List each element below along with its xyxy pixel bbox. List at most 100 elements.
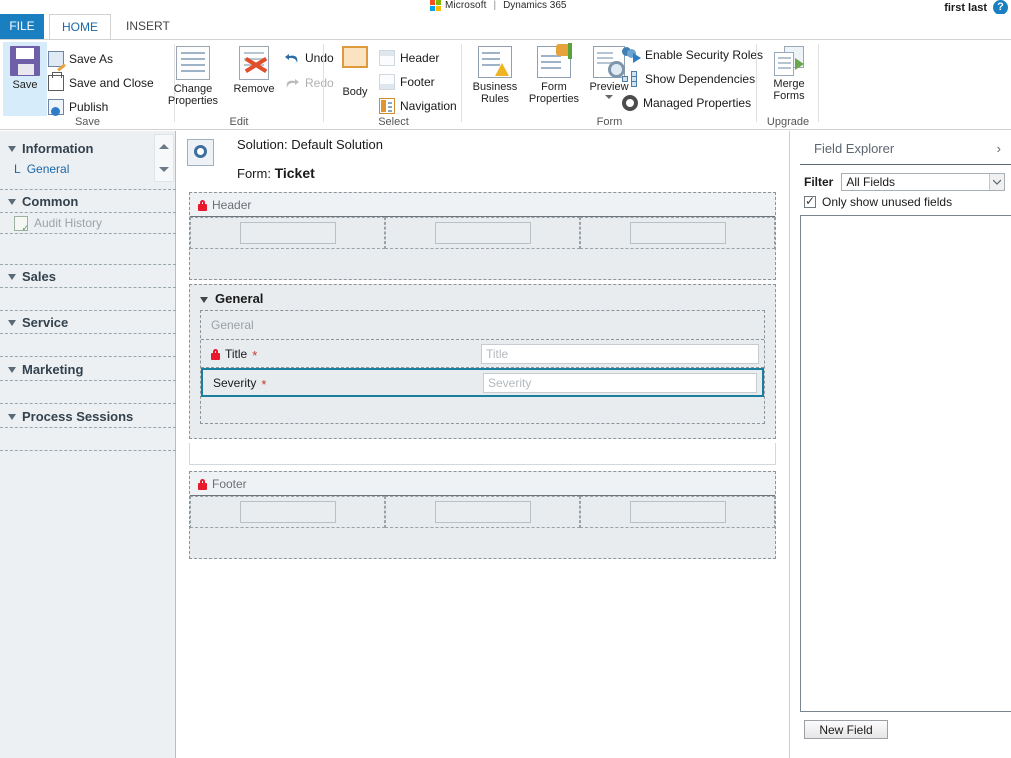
show-dependencies-button[interactable]: Show Dependencies — [622, 69, 755, 89]
navigation-button[interactable]: Navigation — [379, 96, 457, 116]
tab-home[interactable]: HOME — [49, 14, 111, 40]
chevron-down-icon[interactable] — [989, 174, 1004, 190]
tab-insert[interactable]: INSERT — [114, 14, 182, 39]
brand-bar: Microsoft | Dynamics 365 first last SG46… — [0, 0, 1011, 28]
header-label: Header — [400, 51, 440, 65]
enable-security-roles-button[interactable]: Enable Security Roles — [622, 45, 763, 65]
header-field-placeholder[interactable] — [434, 222, 531, 244]
nav-header-common[interactable]: Common — [0, 190, 176, 212]
nav-header-sales[interactable]: Sales — [0, 265, 176, 287]
form-section-footer[interactable]: Footer — [189, 471, 776, 559]
header-field-placeholder[interactable] — [629, 222, 726, 244]
tree-branch-icon: L — [14, 162, 21, 176]
change-properties-button[interactable]: Change Properties — [162, 42, 224, 116]
only-unused-fields-row[interactable]: Only show unused fields — [790, 191, 1011, 217]
form-row-title[interactable]: Title * Title — [201, 339, 764, 368]
nav-group-service: Service — [0, 311, 176, 357]
chevron-down-icon[interactable] — [605, 95, 613, 99]
filter-select[interactable]: All Fields — [841, 173, 1005, 191]
nav-header-sales-label: Sales — [22, 268, 56, 284]
header-button[interactable]: Header — [379, 48, 439, 68]
form-layout-area: Header General General Title * Title Sev… — [177, 192, 788, 758]
footer-button[interactable]: Footer — [379, 72, 435, 92]
save-and-close-button[interactable]: Save and Close — [48, 72, 154, 93]
header-column-1[interactable] — [190, 217, 385, 249]
merge-forms-button[interactable]: Merge Forms — [765, 42, 813, 116]
footer-column-1[interactable] — [190, 496, 385, 528]
dependencies-icon — [622, 71, 640, 87]
severity-label-text: Severity — [213, 375, 257, 390]
title-label-text: Title — [225, 346, 248, 361]
form-name: Ticket — [274, 165, 315, 181]
severity-input[interactable]: Severity — [483, 372, 757, 393]
form-spacer-strip — [189, 443, 776, 465]
chevron-right-icon[interactable]: › — [997, 141, 1003, 156]
left-navigation-panel: Information L General Common Audit Histo… — [0, 131, 176, 758]
field-explorer-footer: New Field — [790, 714, 1011, 758]
publish-button[interactable]: Publish — [48, 97, 108, 117]
save-and-close-icon — [48, 72, 64, 91]
filter-label: Filter — [804, 175, 834, 189]
nav-header-service[interactable]: Service — [0, 311, 176, 333]
managed-properties-button[interactable]: Managed Properties — [622, 93, 751, 113]
field-list[interactable] — [800, 215, 1011, 712]
body-label: Body — [342, 86, 368, 98]
collapse-triangle-icon[interactable] — [200, 296, 208, 303]
header-field-placeholder[interactable] — [239, 222, 336, 244]
body-icon — [342, 46, 368, 68]
required-marker: * — [252, 347, 258, 363]
collapse-triangle-icon — [8, 367, 16, 373]
field-explorer-panel: Field Explorer › Filter All Fields Only … — [789, 131, 1011, 758]
form-section-header[interactable]: Header — [189, 192, 776, 280]
footer-section-title: Footer — [190, 472, 775, 496]
general-section-title[interactable]: General — [190, 285, 775, 310]
footer-label: Footer — [400, 75, 435, 89]
ribbon-group-save-label: Save — [74, 116, 101, 128]
business-rules-button[interactable]: Business Rules — [467, 42, 523, 116]
header-column-3[interactable] — [580, 217, 775, 249]
header-icon — [379, 50, 395, 66]
save-as-button[interactable]: Save As — [48, 49, 113, 69]
nav-item-general[interactable]: L General — [0, 159, 176, 179]
tab-file[interactable]: FILE — [0, 14, 44, 39]
remove-icon — [239, 46, 269, 80]
group-divider — [323, 44, 324, 122]
nav-header-information[interactable]: Information — [0, 137, 176, 159]
nav-item-audit-history[interactable]: Audit History — [0, 213, 176, 234]
footer-field-placeholder[interactable] — [239, 501, 336, 523]
new-field-button[interactable]: New Field — [804, 720, 888, 739]
footer-section-label: Footer — [212, 477, 247, 491]
brand-company: Microsoft — [445, 0, 487, 11]
change-properties-label: Change Properties — [167, 83, 219, 107]
form-section-general[interactable]: General General Title * Title Severity *… — [189, 284, 776, 439]
form-row-severity[interactable]: Severity * Severity — [201, 368, 764, 397]
nav-header-process-sessions[interactable]: Process Sessions — [0, 405, 176, 427]
footer-column-2[interactable] — [385, 496, 580, 528]
ribbon: Save Save As Save and Close Publish Save — [0, 40, 1011, 130]
header-column-2[interactable] — [385, 217, 580, 249]
collapse-triangle-icon — [8, 146, 16, 152]
only-unused-fields-checkbox[interactable] — [804, 194, 816, 208]
nav-header-process-sessions-label: Process Sessions — [22, 408, 134, 424]
audit-history-icon — [14, 215, 29, 234]
help-icon[interactable]: ? — [993, 0, 1008, 15]
security-roles-icon — [622, 47, 641, 63]
undo-arrow-icon — [284, 51, 300, 65]
nav-header-information-label: Information — [22, 140, 94, 156]
title-input[interactable]: Title — [481, 343, 759, 364]
footer-field-placeholder[interactable] — [629, 501, 726, 523]
nav-group-sales: Sales — [0, 264, 176, 311]
brand-product: Dynamics 365 — [503, 0, 567, 11]
ribbon-group-edit: Change Properties Remove Undo Redo Edit — [154, 40, 334, 130]
general-section-label: General — [215, 291, 264, 306]
nav-header-marketing[interactable]: Marketing — [0, 358, 176, 380]
footer-field-placeholder[interactable] — [434, 501, 531, 523]
footer-column-3[interactable] — [580, 496, 775, 528]
form-properties-button[interactable]: Form Properties — [525, 42, 583, 116]
collapse-triangle-icon — [8, 414, 16, 420]
save-button[interactable]: Save — [3, 42, 47, 116]
field-explorer-filter-row: Filter All Fields — [790, 165, 1011, 191]
remove-button[interactable]: Remove — [228, 42, 280, 116]
body-button[interactable]: Body — [333, 42, 377, 116]
general-inner-section[interactable]: General Title * Title Severity * Severit… — [200, 310, 765, 424]
